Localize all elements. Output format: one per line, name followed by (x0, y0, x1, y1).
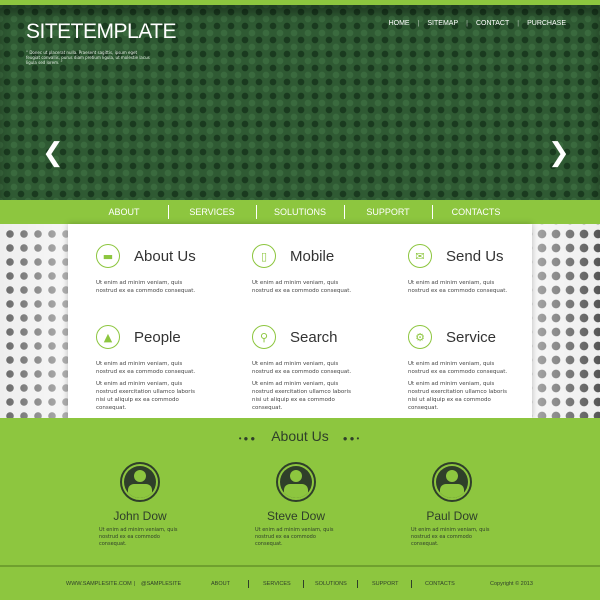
chevron-right-icon[interactable]: ❯ (548, 140, 570, 166)
feature-text: Ut enim ad minim veniam, quis nostrud ex… (408, 381, 507, 411)
feature-text: Ut enim ad minim veniam, quis nostrud ex… (252, 381, 351, 411)
nav-about[interactable]: ABOUT (81, 207, 168, 217)
footer: WWW.SAMPLESITE.COM | @SAMPLESITE ABOUT S… (0, 565, 600, 600)
feature-service: ⚙ Service Ut enim ad minim veniam, quis no… (408, 324, 558, 412)
team-member: John Dow Ut enim ad minim veniam, quis no… (80, 462, 200, 548)
feature-title[interactable]: Service (446, 329, 496, 346)
nav-contacts[interactable]: CONTACTS (433, 207, 520, 217)
avatar-user-icon (120, 462, 160, 502)
about-heading: •●● About Us ●●• (0, 428, 600, 444)
feature-text: Ut enim ad minim veniam, quis nostrud ex… (96, 361, 196, 375)
team-member: Paul Dow Ut enim ad minim veniam, quis no… (392, 462, 512, 548)
divider (357, 579, 358, 588)
divider (248, 579, 249, 588)
footer-handle[interactable]: @SAMPLESITE (141, 581, 181, 587)
member-name: Paul Dow (426, 509, 478, 523)
dots-decoration: ●●• (342, 434, 362, 443)
feature-send-us: ✉ Send Us Ut enim ad minim veniam, quis no… (408, 243, 558, 295)
people-icon: ▲ (96, 325, 120, 349)
divider: | (134, 580, 136, 587)
footer-link-solutions[interactable]: SOLUTIONS (315, 581, 347, 587)
top-nav-sitemap[interactable]: SITEMAP (419, 20, 466, 27)
envelope-icon: ✉ (408, 244, 432, 268)
footer-website[interactable]: WWW.SAMPLESITE.COM (66, 581, 132, 587)
feature-header: ▬ About Us (96, 243, 246, 269)
feature-people: ▲ People Ut enim ad minim veniam, quis nos… (96, 324, 246, 412)
dots-decoration: •●● (238, 434, 258, 443)
nav-services[interactable]: SERVICES (169, 207, 256, 217)
feature-about-us: ▬ About Us Ut enim ad minim veniam, quis n… (96, 243, 246, 295)
feature-text: Ut enim ad minim veniam, quis nostrud ex… (96, 280, 196, 294)
nav-support[interactable]: SUPPORT (345, 207, 432, 217)
mobile-icon: ▯ (252, 244, 276, 268)
footer-link-about[interactable]: ABOUT (211, 581, 230, 587)
feature-text: Ut enim ad minim veniam, quis nostrud ex… (96, 381, 195, 411)
divider (303, 579, 304, 588)
member-text: Ut enim ad minim veniam, quis nostrud ex… (411, 527, 490, 547)
feature-header: ▲ People (96, 324, 246, 350)
feature-search: ⚲ Search Ut enim ad minim veniam, quis nos… (252, 324, 402, 412)
divider (411, 579, 412, 588)
team-member: Steve Dow Ut enim ad minim veniam, quis n… (236, 462, 356, 548)
book-icon: ▬ (96, 244, 120, 268)
feature-text: Ut enim ad minim veniam, quis nostrud ex… (408, 280, 508, 294)
feature-text: Ut enim ad minim veniam, quis nostrud ex… (408, 361, 508, 375)
feature-title[interactable]: Search (290, 329, 338, 346)
top-nav: HOME | SITEMAP | CONTACT | PURCHASE (381, 20, 574, 27)
feature-title[interactable]: People (134, 329, 181, 346)
avatar-user-icon (432, 462, 472, 502)
main-nav: ABOUT SERVICES SOLUTIONS SUPPORT CONTACT… (0, 200, 600, 224)
footer-link-support[interactable]: SUPPORT (372, 581, 399, 587)
divider: | (417, 20, 420, 27)
member-name: Steve Dow (266, 509, 326, 523)
top-nav-home[interactable]: HOME (381, 20, 418, 27)
top-nav-contact[interactable]: CONTACT (468, 20, 517, 27)
chevron-left-icon[interactable]: ❮ (42, 140, 64, 166)
feature-title[interactable]: Mobile (290, 248, 334, 265)
divider: | (466, 20, 468, 27)
about-title: About Us (271, 428, 329, 444)
tagline: “ Donec ut placerat nulla. Praesent sagi… (26, 50, 150, 65)
feature-header: ⚙ Service (408, 324, 558, 350)
site-logo[interactable]: SITETEMPLATE (26, 20, 176, 44)
divider: | (517, 20, 520, 27)
feature-header: ▯ Mobile (252, 243, 402, 269)
nav-solutions[interactable]: SOLUTIONS (257, 207, 344, 217)
footer-link-contacts[interactable]: CONTACTS (425, 581, 455, 587)
member-name: John Dow (113, 509, 167, 523)
feature-text: Ut enim ad minim veniam, quis nostrud ex… (252, 280, 352, 294)
feature-text: Ut enim ad minim veniam, quis nostrud ex… (252, 361, 352, 375)
avatar-user-icon (276, 462, 316, 502)
feature-title[interactable]: Send Us (446, 248, 504, 265)
feature-title[interactable]: About Us (134, 248, 196, 265)
member-text: Ut enim ad minim veniam, quis nostrud ex… (255, 527, 334, 547)
feature-header: ✉ Send Us (408, 243, 558, 269)
dot-pattern-left (0, 224, 68, 418)
gear-icon: ⚙ (408, 325, 432, 349)
footer-link-services[interactable]: SERVICES (263, 581, 291, 587)
feature-header: ⚲ Search (252, 324, 402, 350)
feature-mobile: ▯ Mobile Ut enim ad minim veniam, quis nos… (252, 243, 402, 295)
top-nav-purchase[interactable]: PURCHASE (519, 20, 574, 27)
member-text: Ut enim ad minim veniam, quis nostrud ex… (99, 527, 178, 547)
copyright: Copyright © 2013 (490, 580, 533, 587)
search-icon: ⚲ (252, 325, 276, 349)
